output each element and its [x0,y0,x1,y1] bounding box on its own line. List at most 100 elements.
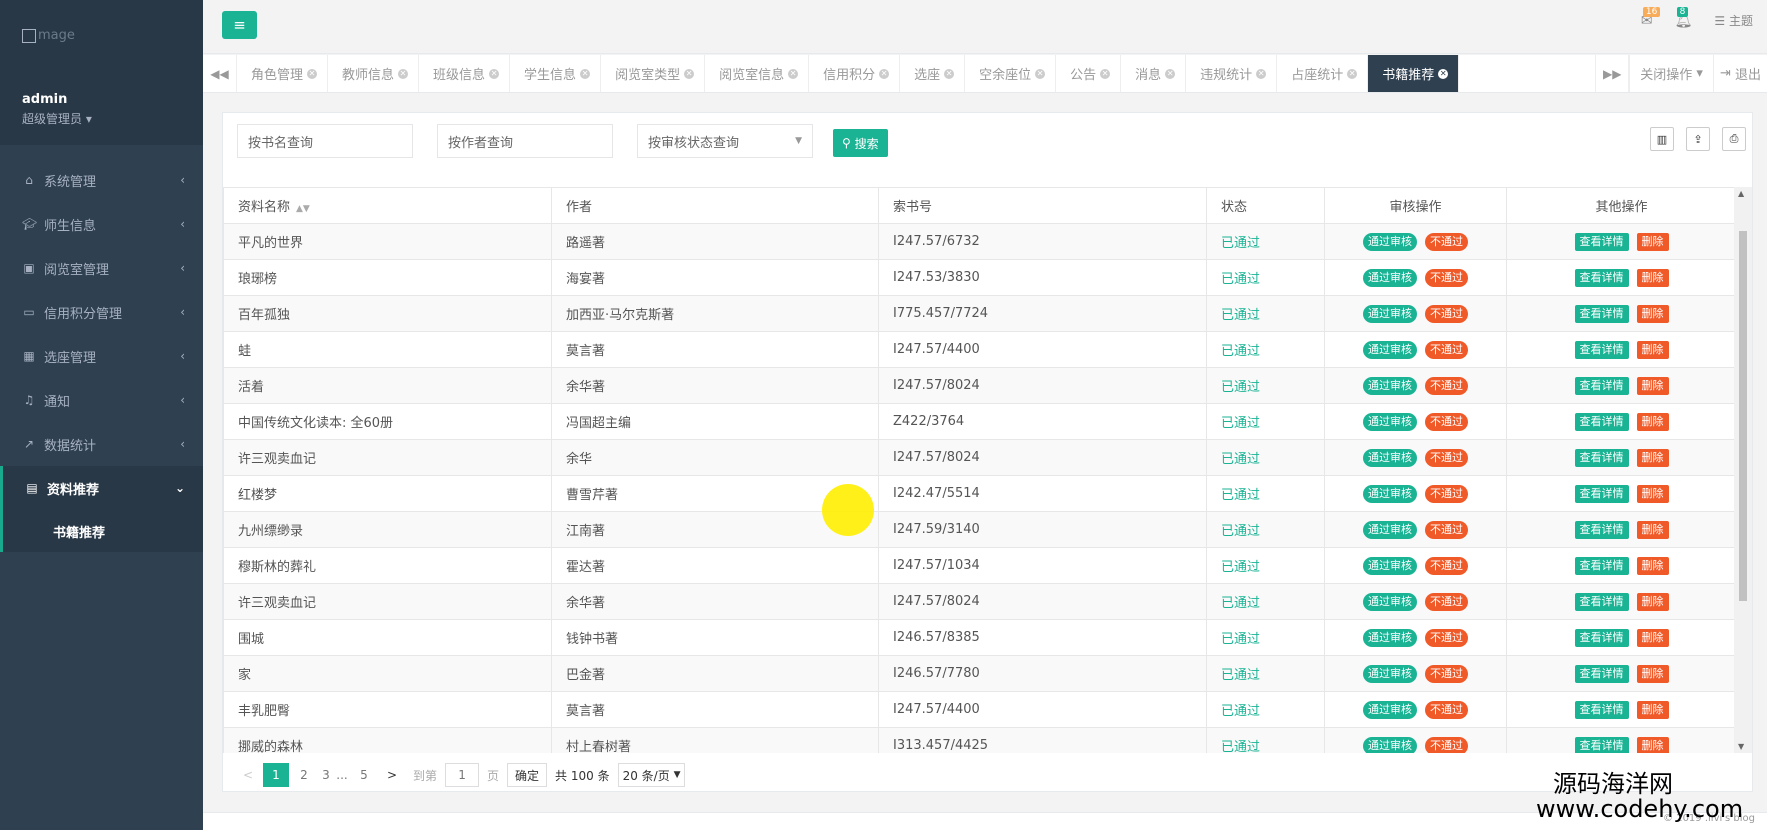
sidebar-item-notice[interactable]: ♫ 通知 ‹ [0,378,203,422]
approve-button[interactable]: 通过审核 [1363,448,1417,467]
view-details-button[interactable]: 查看详情 [1574,232,1629,251]
page-2-button[interactable]: 2 [291,763,317,787]
sidebar-item-teachers-students[interactable]: 🎓︎ 师生信息 ‹ [0,202,203,246]
search-button[interactable]: ⚲ 搜索 [833,129,888,157]
approve-button[interactable]: 通过审核 [1363,628,1417,647]
delete-button[interactable]: 删除 [1636,304,1669,323]
user-role-dropdown[interactable]: 超级管理员 ▾ [22,110,92,127]
approve-button[interactable]: 通过审核 [1363,484,1417,503]
theme-button[interactable]: ☰ 主题 [1714,12,1753,29]
tab-scroll-right-button[interactable]: ▶▶ [1595,55,1630,92]
sidebar-subitem-book-recommend[interactable]: 书籍推荐 [0,510,203,552]
close-icon[interactable]: ✕ [879,68,890,79]
delete-button[interactable]: 删除 [1636,412,1669,431]
approve-button[interactable]: 通过审核 [1363,268,1417,287]
reject-button[interactable]: 不通过 [1425,340,1468,359]
close-icon[interactable]: ✕ [1100,68,1111,79]
sidebar-item-stats[interactable]: ↗ 数据统计 ‹ [0,422,203,466]
delete-button[interactable]: 删除 [1636,556,1669,575]
tab-seat[interactable]: 选座 ✕ [900,55,966,92]
delete-button[interactable]: 删除 [1636,664,1669,683]
close-icon[interactable]: ✕ [1035,68,1046,79]
col-header-name[interactable]: 资料名称 ▲▼ [223,187,552,224]
view-details-button[interactable]: 查看详情 [1574,628,1629,647]
tab-teacher[interactable]: 教师信息 ✕ [328,55,420,92]
tab-occupy[interactable]: 占座统计 ✕ [1277,55,1369,92]
view-details-button[interactable]: 查看详情 [1574,592,1629,611]
tab-credit[interactable]: 信用积分 ✕ [809,55,901,92]
delete-button[interactable]: 删除 [1636,376,1669,395]
tab-scroll-left-button[interactable]: ◀◀ [203,55,237,92]
approve-button[interactable]: 通过审核 [1363,376,1417,395]
close-icon[interactable]: ✕ [684,68,695,79]
sort-icon[interactable]: ▲▼ [296,204,310,214]
close-icon[interactable]: ✕ [580,68,591,79]
reject-button[interactable]: 不通过 [1425,448,1468,467]
reject-button[interactable]: 不通过 [1425,700,1468,719]
approve-button[interactable]: 通过审核 [1363,556,1417,575]
tab-free-seat[interactable]: 空余座位 ✕ [965,55,1057,92]
view-details-button[interactable]: 查看详情 [1574,556,1629,575]
close-icon[interactable]: ✕ [489,68,500,79]
reject-button[interactable]: 不通过 [1425,520,1468,539]
view-details-button[interactable]: 查看详情 [1574,736,1629,753]
columns-icon[interactable]: ▥ [1650,127,1674,151]
reject-button[interactable]: 不通过 [1425,376,1468,395]
sidebar-item-recommend[interactable]: ▤ 资料推荐 ⌄ [0,466,203,510]
view-details-button[interactable]: 查看详情 [1574,700,1629,719]
mail-notification[interactable]: ✉ 16 [1641,6,1661,29]
reject-button[interactable]: 不通过 [1425,628,1468,647]
reject-button[interactable]: 不通过 [1425,232,1468,251]
close-icon[interactable]: ✕ [1438,68,1449,79]
reject-button[interactable]: 不通过 [1425,664,1468,683]
book-name-search-input[interactable]: 按书名查询 [237,124,413,158]
export-icon[interactable]: ⇪ [1686,127,1710,151]
author-search-input[interactable]: 按作者查询 [437,124,613,158]
delete-button[interactable]: 删除 [1636,700,1669,719]
approve-button[interactable]: 通过审核 [1363,664,1417,683]
tab-violation[interactable]: 违规统计 ✕ [1186,55,1278,92]
delete-button[interactable]: 删除 [1636,268,1669,287]
print-icon[interactable]: ⎙ [1722,127,1746,151]
menu-toggle-button[interactable]: ≡ [222,11,257,39]
scroll-up-icon[interactable]: ▲ [1738,189,1744,198]
delete-button[interactable]: 删除 [1636,340,1669,359]
view-details-button[interactable]: 查看详情 [1574,412,1629,431]
sidebar-item-system[interactable]: ⌂ 系统管理 ‹ [0,158,203,202]
reject-button[interactable]: 不通过 [1425,268,1468,287]
prev-page-button[interactable]: < [235,763,261,787]
sidebar-item-credit[interactable]: ▭ 信用积分管理 ‹ [0,290,203,334]
tab-message[interactable]: 消息 ✕ [1121,55,1187,92]
page-5-button[interactable]: 5 [351,763,377,787]
status-select[interactable]: 按审核状态查询 ▼ [637,124,813,158]
table-scrollbar[interactable]: ▲ ▼ [1734,187,1752,753]
tab-class[interactable]: 班级信息 ✕ [419,55,511,92]
close-icon[interactable]: ✕ [1347,68,1358,79]
tab-room-type[interactable]: 阅览室类型 ✕ [601,55,706,92]
reject-button[interactable]: 不通过 [1425,304,1468,323]
goto-page-input[interactable]: 1 [445,763,480,787]
close-icon[interactable]: ✕ [944,68,955,79]
page-3-button[interactable]: 3 [319,763,333,787]
tab-announcement[interactable]: 公告 ✕ [1056,55,1122,92]
view-details-button[interactable]: 查看详情 [1574,376,1629,395]
close-operations-dropdown[interactable]: 关闭操作 ▾ [1629,55,1713,92]
close-icon[interactable]: ✕ [1256,68,1267,79]
tab-role[interactable]: 角色管理 ✕ [237,55,329,92]
goto-confirm-button[interactable]: 确定 [507,763,548,787]
reject-button[interactable]: 不通过 [1425,484,1468,503]
delete-button[interactable]: 删除 [1636,448,1669,467]
delete-button[interactable]: 删除 [1636,736,1669,753]
close-icon[interactable]: ✕ [1165,68,1176,79]
view-details-button[interactable]: 查看详情 [1574,268,1629,287]
reject-button[interactable]: 不通过 [1425,556,1468,575]
approve-button[interactable]: 通过审核 [1363,592,1417,611]
bell-notification[interactable]: 🔔︎ 8 [1675,6,1692,29]
close-icon[interactable]: ✕ [398,68,409,79]
next-page-button[interactable]: > [379,763,405,787]
view-details-button[interactable]: 查看详情 [1574,448,1629,467]
delete-button[interactable]: 删除 [1636,484,1669,503]
approve-button[interactable]: 通过审核 [1363,340,1417,359]
page-1-button[interactable]: 1 [263,763,289,787]
scroll-down-icon[interactable]: ▼ [1738,742,1744,751]
